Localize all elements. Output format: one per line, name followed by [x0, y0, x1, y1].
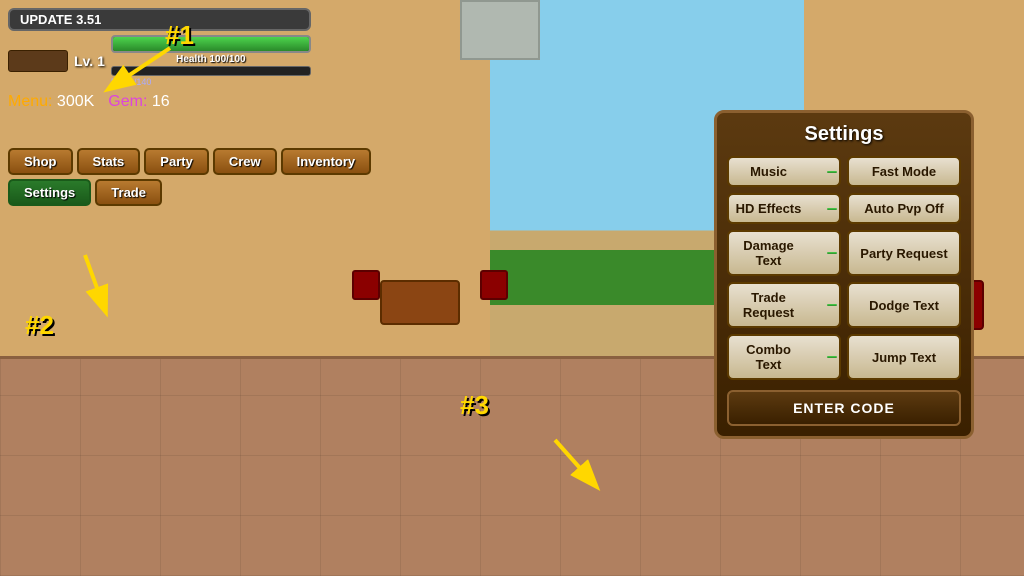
combo-text-label: Combo Text — [746, 342, 791, 372]
nav-buttons: Shop Stats Party Crew Inventory Settings… — [8, 148, 371, 206]
dodge-text-label: Dodge Text — [869, 298, 939, 313]
annotation-3: #3 — [460, 390, 489, 421]
nav-row-1: Shop Stats Party Crew Inventory — [8, 148, 371, 175]
settings-grid: Music Fast Mode HD Effects Auto Pvp Off … — [727, 156, 961, 380]
stats-button[interactable]: Stats — [77, 148, 141, 175]
arrow-3-svg — [535, 430, 625, 500]
music-label: Music — [750, 164, 787, 179]
damage-text-toggle — [827, 252, 837, 254]
furniture-area — [360, 260, 500, 340]
trade-request-button[interactable]: Trade Request — [727, 282, 841, 328]
combo-text-toggle — [827, 356, 837, 358]
settings-button[interactable]: Settings — [8, 179, 91, 206]
hd-effects-toggle — [827, 208, 837, 210]
hd-effects-button[interactable]: HD Effects — [727, 193, 841, 224]
party-request-button[interactable]: Party Request — [847, 230, 961, 276]
combo-text-button[interactable]: Combo Text — [727, 334, 841, 380]
chair-left — [352, 270, 380, 300]
inventory-button[interactable]: Inventory — [281, 148, 372, 175]
hd-effects-label: HD Effects — [736, 201, 802, 216]
fast-mode-label: Fast Mode — [872, 164, 936, 179]
chair-right — [480, 270, 508, 300]
party-button[interactable]: Party — [144, 148, 209, 175]
shop-button[interactable]: Shop — [8, 148, 73, 175]
settings-panel: Settings Music Fast Mode HD Effects Auto… — [714, 110, 974, 439]
jump-text-label: Jump Text — [872, 350, 936, 365]
auto-pvp-label: Auto Pvp Off — [864, 201, 943, 216]
party-request-label: Party Request — [860, 246, 947, 261]
gun-icon — [8, 50, 68, 72]
crew-button[interactable]: Crew — [213, 148, 277, 175]
update-badge: UPDATE 3.51 — [8, 8, 311, 31]
dodge-text-button[interactable]: Dodge Text — [847, 282, 961, 328]
auto-pvp-button[interactable]: Auto Pvp Off — [847, 193, 961, 224]
trade-request-toggle — [827, 304, 837, 306]
settings-title: Settings — [727, 123, 961, 146]
arrow-1-svg — [80, 38, 180, 98]
music-button[interactable]: Music — [727, 156, 841, 187]
music-toggle — [827, 171, 837, 173]
nav-row-2: Settings Trade — [8, 179, 371, 206]
fast-mode-button[interactable]: Fast Mode — [847, 156, 961, 187]
annotation-2: #2 — [25, 310, 54, 341]
arrow-2-svg — [55, 245, 135, 325]
trade-button[interactable]: Trade — [95, 179, 162, 206]
window-top — [460, 0, 540, 60]
enter-code-button[interactable]: ENTER CODE — [727, 390, 961, 426]
damage-text-button[interactable]: Damage Text — [727, 230, 841, 276]
trade-request-label: Trade Request — [743, 290, 794, 320]
table — [380, 280, 460, 325]
damage-text-label: Damage Text — [743, 238, 794, 268]
jump-text-button[interactable]: Jump Text — [847, 334, 961, 380]
